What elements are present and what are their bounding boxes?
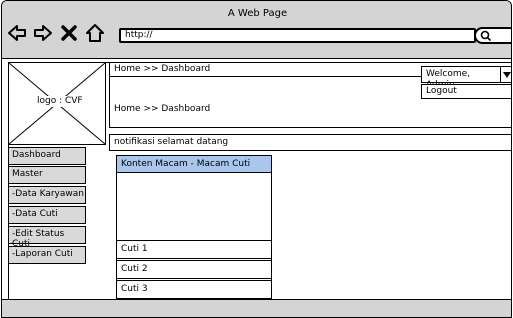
back-arrow-icon[interactable] xyxy=(7,23,27,43)
sidebar-item-label: -Laporan Cuti xyxy=(12,249,73,259)
leave-row-label: Cuti 1 xyxy=(121,244,148,254)
browser-window: A Web Page http:// logo: CVF Home >> Da… xyxy=(1,0,512,318)
breadcrumb-top: Home >> Dashboard xyxy=(114,64,211,74)
leave-row-label: Cuti 2 xyxy=(121,264,148,274)
notification-bar: notifikasi selamat datang xyxy=(109,134,511,151)
chevron-down-icon xyxy=(503,72,511,78)
leave-row[interactable]: Cuti 1 xyxy=(116,240,272,259)
sidebar-item-data-karyawan[interactable]: -Data Karyawan xyxy=(8,186,86,204)
sidebar-item-label: -Data Karyawan xyxy=(12,189,84,199)
user-menu-dropdown[interactable]: Welcome, Admin xyxy=(421,66,501,90)
logo-placeholder: logo : CVF xyxy=(8,62,106,145)
leave-row[interactable]: Cuti 3 xyxy=(116,280,272,299)
sidebar-item-master[interactable]: Master xyxy=(8,166,86,184)
logo-label: logo : CVF xyxy=(36,96,84,107)
home-icon[interactable] xyxy=(85,23,105,43)
sidebar-item-laporan-cuti[interactable]: -Laporan Cuti xyxy=(8,246,86,264)
leave-row[interactable]: Cuti 2 xyxy=(116,260,272,279)
sidebar-item-edit-status-cuti[interactable]: -Edit Status Cuti xyxy=(8,226,86,249)
sidebar-item-dashboard[interactable]: Dashboard xyxy=(8,147,86,165)
forward-arrow-icon[interactable] xyxy=(33,23,53,43)
sidebar-item-label: Master xyxy=(12,169,43,179)
dropdown-toggle[interactable] xyxy=(500,66,511,83)
page-content: logo : CVF Home >> Dashboard Home >> Das… xyxy=(2,59,511,304)
logout-menu-item[interactable]: Logout xyxy=(421,84,511,99)
close-x-icon[interactable] xyxy=(59,23,79,43)
leave-row-label: Cuti 3 xyxy=(121,284,148,294)
notification-text: notifikasi selamat datang xyxy=(114,137,229,147)
url-bar[interactable]: http:// xyxy=(119,28,476,43)
breadcrumb: Home >> Dashboard xyxy=(114,104,211,114)
search-field[interactable] xyxy=(474,27,511,44)
sidebar-item-data-cuti[interactable]: -Data Cuti xyxy=(8,206,86,224)
sidebar-item-label: -Data Cuti xyxy=(12,209,58,219)
window-title: A Web Page xyxy=(227,8,288,19)
sidebar-item-label: Dashboard xyxy=(12,150,61,160)
browser-titlebar: A Web Page http:// xyxy=(2,1,511,59)
status-bar xyxy=(2,299,511,317)
panel-header-label: Konten Macam - Macam Cuti xyxy=(121,159,251,169)
search-icon xyxy=(480,30,492,42)
logout-label: Logout xyxy=(426,86,457,96)
panel-header: Konten Macam - Macam Cuti xyxy=(116,155,272,173)
